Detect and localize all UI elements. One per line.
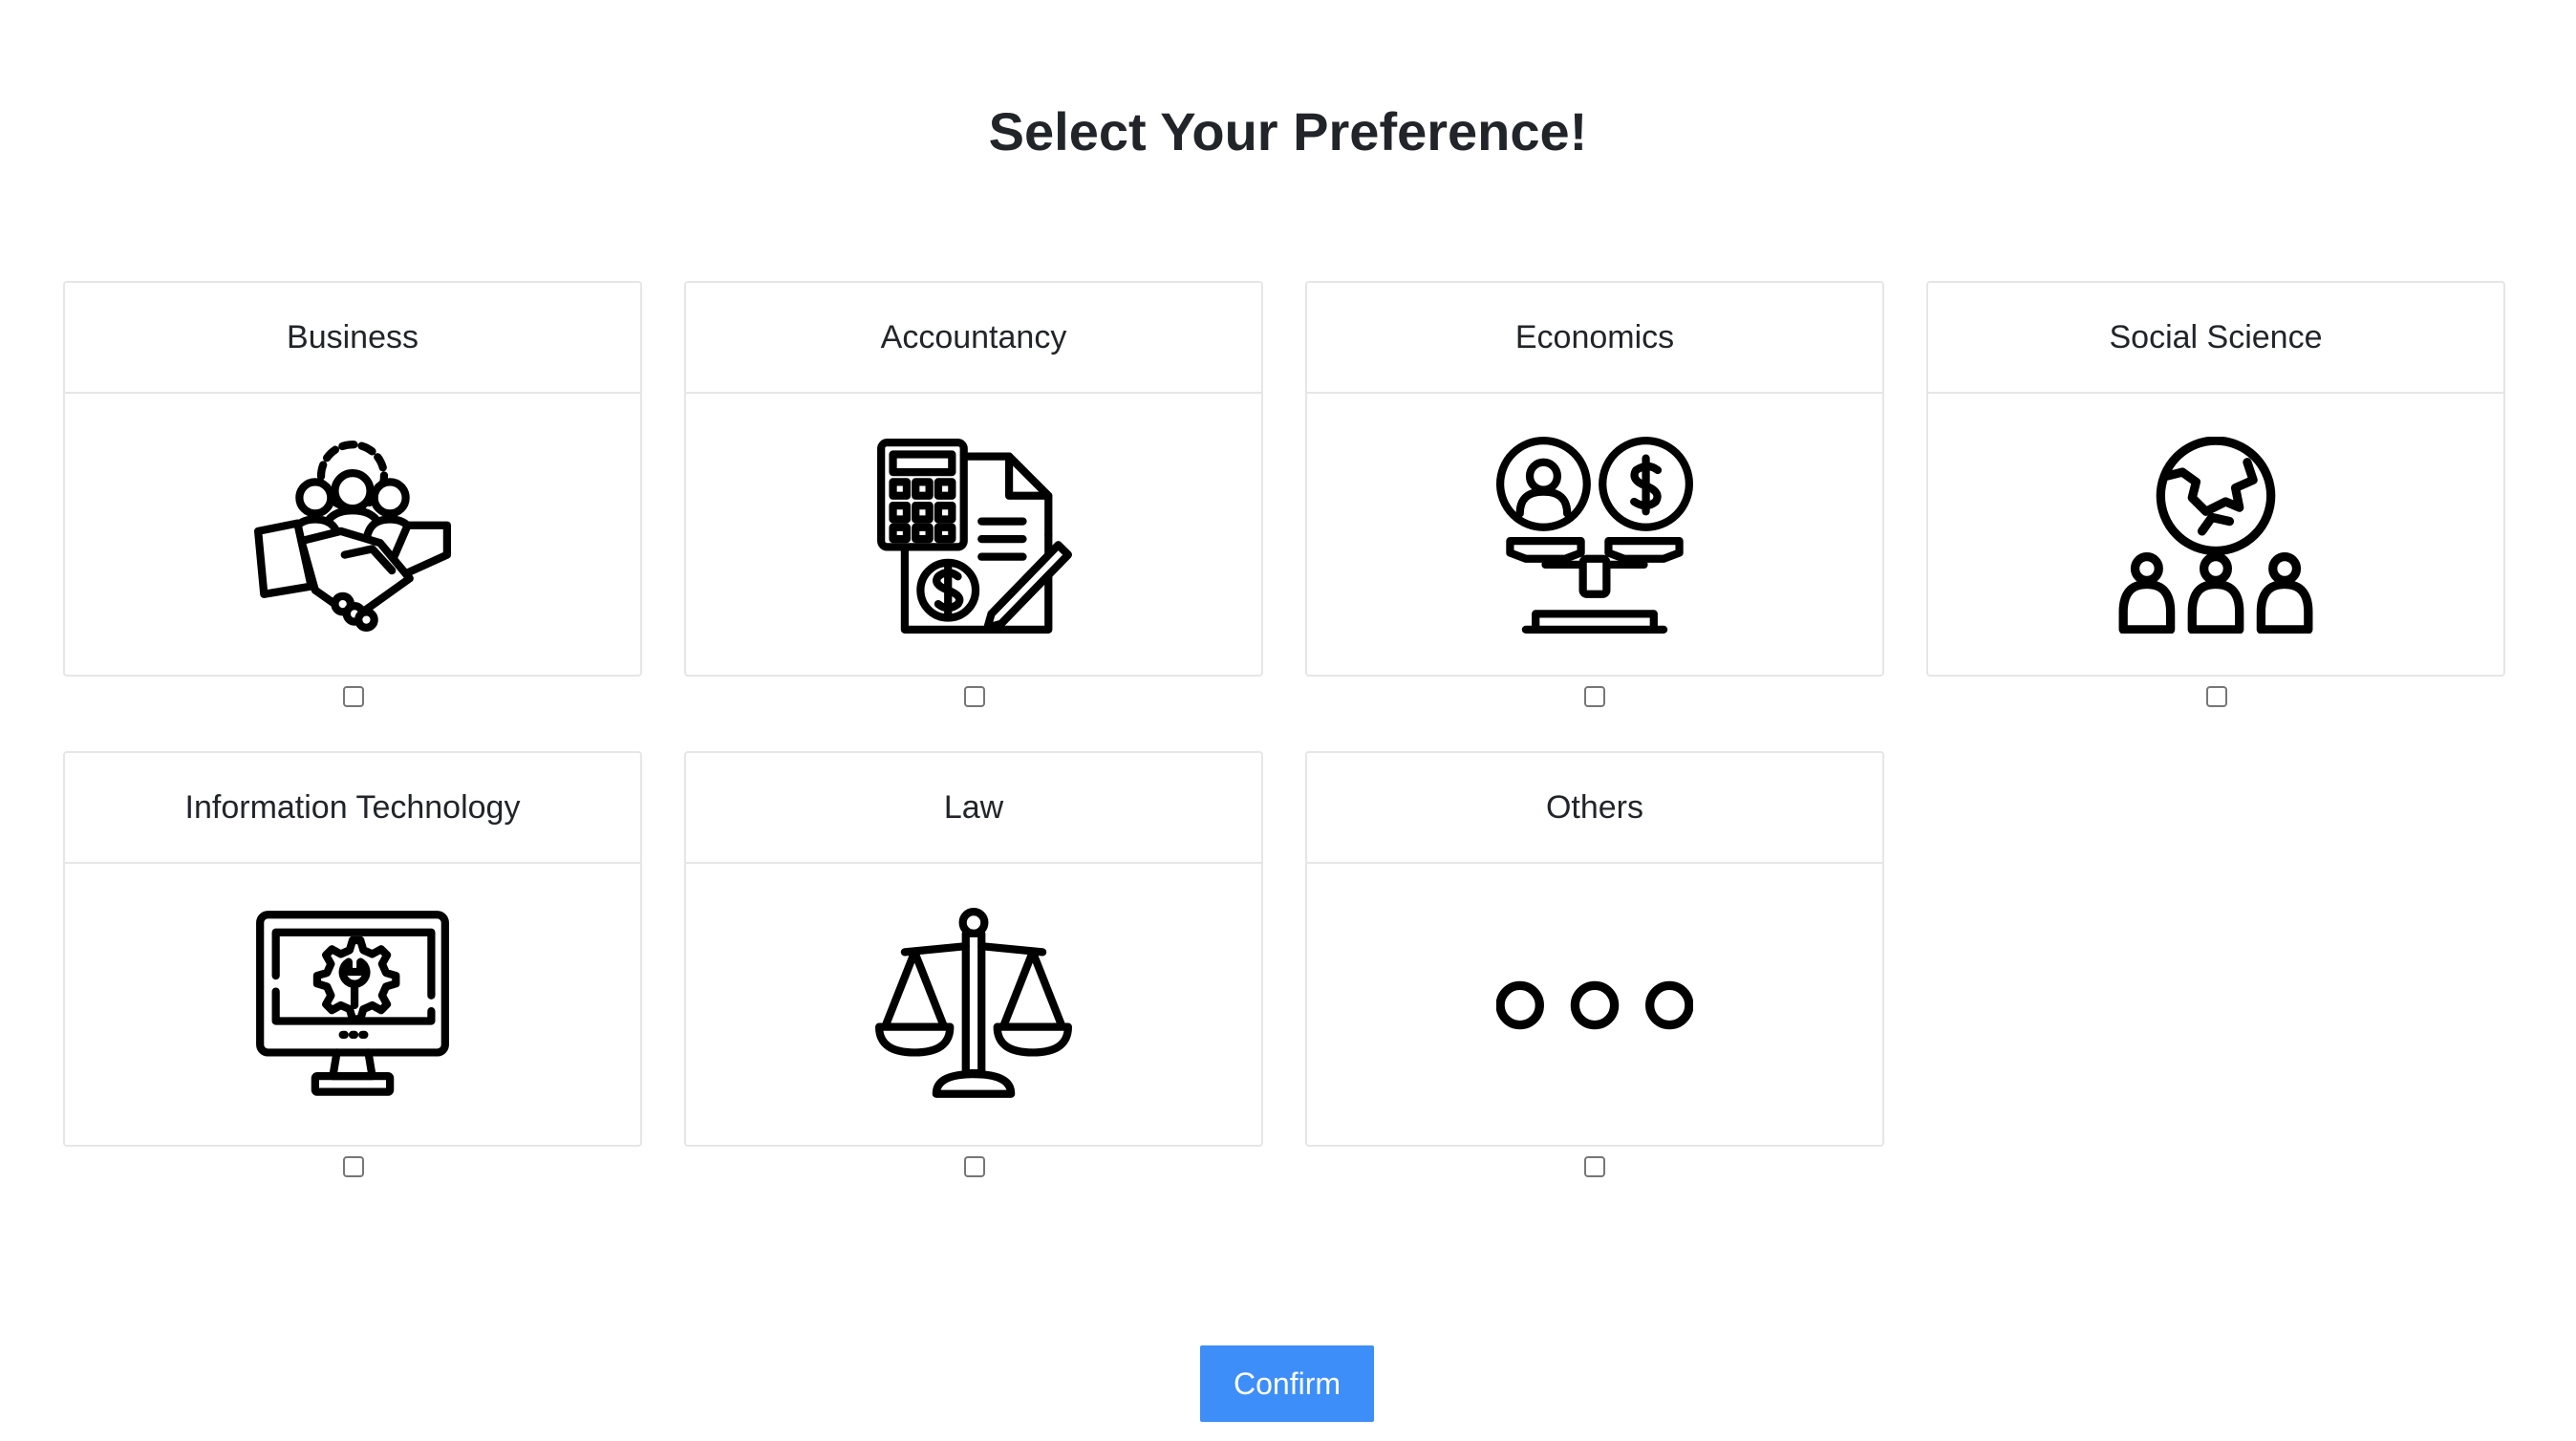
- category-card-economics[interactable]: Economics: [1305, 281, 1884, 677]
- checkbox-economics[interactable]: [1584, 686, 1605, 707]
- checkbox-others[interactable]: [1584, 1156, 1605, 1177]
- business-handshake-icon: [254, 441, 451, 632]
- law-scales-icon: [875, 908, 1072, 1098]
- card-title: Economics: [1307, 283, 1882, 394]
- checkbox-business[interactable]: [343, 686, 364, 707]
- card-title: Information Technology: [65, 753, 640, 864]
- category-card-business[interactable]: Business: [63, 281, 642, 677]
- accountancy-calculator-icon: [877, 439, 1072, 634]
- card-title: Law: [686, 753, 1261, 864]
- category-card-law[interactable]: Law: [684, 751, 1263, 1147]
- card-title: Accountancy: [686, 283, 1261, 394]
- economics-scale-icon: [1496, 437, 1693, 634]
- checkbox-accountancy[interactable]: [964, 686, 985, 707]
- checkbox-social-science[interactable]: [2206, 686, 2227, 707]
- category-card-information-technology[interactable]: Information Technology: [63, 751, 642, 1147]
- preference-page: Select Your Preference! Business Account…: [0, 0, 2576, 1441]
- card-title: Others: [1307, 753, 1882, 864]
- category-card-social-science[interactable]: Social Science: [1926, 281, 2505, 677]
- checkbox-law[interactable]: [964, 1156, 985, 1177]
- category-card-others[interactable]: Others: [1305, 751, 1884, 1147]
- confirm-button[interactable]: Confirm: [1200, 1345, 1374, 1422]
- category-card-accountancy[interactable]: Accountancy: [684, 281, 1263, 677]
- page-title: Select Your Preference!: [988, 101, 1588, 161]
- it-monitor-gear-icon: [256, 911, 449, 1096]
- card-title: Business: [65, 283, 640, 394]
- card-title: Social Science: [1928, 283, 2503, 394]
- checkbox-information-technology[interactable]: [343, 1156, 364, 1177]
- social-science-globe-icon: [2118, 437, 2313, 634]
- others-ellipsis-icon: [1496, 980, 1693, 1030]
